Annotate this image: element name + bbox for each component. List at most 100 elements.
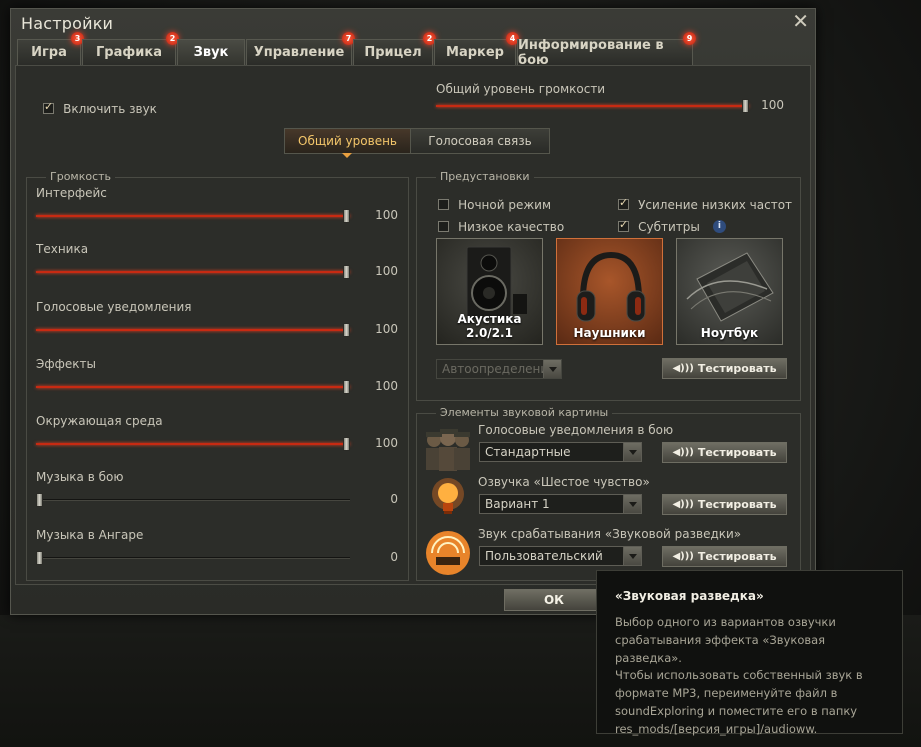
volume-slider[interactable]: [36, 551, 350, 565]
checkbox-box[interactable]: [43, 100, 54, 114]
speaker-small-icon: ◀))): [672, 499, 694, 510]
slider-fill: [436, 105, 749, 107]
dropdown-value: Стандартные: [485, 445, 571, 459]
element-dropdown[interactable]: Стандартные: [479, 442, 642, 462]
master-volume-slider[interactable]: [436, 99, 749, 113]
sound-elements-legend: Элементы звуковой картины: [436, 406, 613, 419]
speaker-small-icon: ◀))): [672, 551, 694, 562]
volume-label: Музыка в бою: [36, 470, 124, 484]
device-card-headphones[interactable]: Наушники: [556, 238, 663, 345]
volume-slider[interactable]: [36, 209, 350, 223]
volume-value: 100: [375, 208, 398, 222]
slider-fill: [36, 386, 350, 388]
tab-controls[interactable]: Управление 7: [246, 32, 355, 65]
low-quality-checkbox[interactable]: Низкое качество: [438, 216, 564, 235]
slider-thumb[interactable]: [343, 437, 350, 451]
tab-label: Звук: [193, 45, 229, 60]
tooltip-title: «Звуковая разведка»: [615, 589, 764, 603]
slider-thumb[interactable]: [343, 323, 350, 337]
tab-label: Информирование в бою: [518, 37, 664, 68]
slider-thumb[interactable]: [36, 493, 43, 507]
tab-label: Управление: [253, 45, 345, 60]
speaker-small-icon: ◀))): [672, 363, 694, 374]
slider-thumb[interactable]: [343, 265, 350, 279]
tab-marker[interactable]: Маркер 4: [434, 32, 519, 65]
checkbox-box[interactable]: [438, 199, 449, 210]
device-card-speakers[interactable]: Акустика 2.0/2.1: [436, 238, 543, 345]
slider-thumb[interactable]: [36, 551, 43, 565]
info-icon[interactable]: i: [712, 220, 726, 233]
volume-label: Интерфейс: [36, 186, 107, 200]
checkbox-label: Ночной режим: [458, 198, 552, 212]
slider-track: [36, 557, 350, 559]
volume-slider[interactable]: [36, 380, 350, 394]
checkbox-label: Субтитры: [638, 220, 700, 234]
device-label: Наушники: [573, 326, 646, 340]
volume-group: [26, 177, 409, 581]
chevron-down-icon: [543, 360, 561, 378]
dropdown-value: Вариант 1: [485, 497, 550, 511]
slider-thumb[interactable]: [343, 380, 350, 394]
volume-label: Музыка в Ангаре: [36, 528, 144, 542]
test-element-button[interactable]: ◀))) Тестировать: [662, 442, 787, 463]
device-card-laptop[interactable]: Ноутбук: [676, 238, 783, 345]
tab-label: Маркер: [446, 45, 504, 60]
window-title: Настройки: [21, 14, 114, 33]
element-label: Озвучка «Шестое чувство»: [478, 475, 650, 489]
lightbulb-icon: [432, 478, 464, 514]
slider-thumb[interactable]: [742, 99, 749, 113]
chevron-down-icon[interactable]: [623, 443, 641, 461]
chevron-down-icon[interactable]: [623, 547, 641, 565]
chevron-down-icon[interactable]: [623, 495, 641, 513]
auto-detect-dropdown: Автоопределение: [436, 359, 562, 379]
night-mode-checkbox[interactable]: Ночной режим: [438, 194, 551, 213]
volume-value: 0: [390, 492, 398, 506]
enable-sound-checkbox[interactable]: Включить звук: [43, 98, 157, 117]
tab-sound[interactable]: Звук: [177, 39, 245, 65]
dropdown-value: Автоопределение: [442, 362, 556, 376]
checkbox-box[interactable]: [438, 221, 449, 232]
test-element-button[interactable]: ◀))) Тестировать: [662, 546, 787, 567]
checkbox-box[interactable]: [618, 218, 629, 232]
element-dropdown[interactable]: Пользовательский: [479, 546, 642, 566]
selected-caret-icon: [342, 153, 352, 158]
tab-voice-chat[interactable]: Голосовая связь: [411, 129, 549, 153]
subtitles-checkbox[interactable]: Субтитры i: [618, 216, 726, 235]
volume-value: 100: [375, 322, 398, 336]
settings-tabs: Игра 3 Графика 2 Звук Управление 7 Прицел 2 …: [17, 32, 696, 68]
master-volume-label: Общий уровень громкости: [436, 82, 606, 96]
close-icon[interactable]: ✕: [792, 11, 809, 31]
test-preset-button[interactable]: ◀))) Тестировать: [662, 358, 787, 379]
tab-game[interactable]: Игра 3: [17, 32, 84, 65]
tab-general-level[interactable]: Общий уровень: [285, 129, 411, 153]
slider-track: [36, 499, 350, 501]
settings-window: Настройки ✕ Игра 3 Графика 2 Звук Управлен…: [10, 8, 816, 615]
element-label: Голосовые уведомления в бою: [478, 423, 674, 437]
checkbox-box[interactable]: [618, 196, 629, 210]
tooltip-body: Выбор одного из вариантов озвучки срабат…: [615, 615, 863, 736]
slider-fill: [36, 271, 350, 273]
volume-legend: Громкость: [46, 170, 116, 183]
button-label: Тестировать: [697, 550, 777, 563]
ok-button[interactable]: ОК: [504, 589, 604, 611]
slider-fill: [36, 215, 350, 217]
tab-battle-info[interactable]: Информирование в бою 9: [517, 32, 696, 68]
tab-graphics[interactable]: Графика 2: [82, 32, 179, 65]
slider-fill: [36, 443, 350, 445]
element-dropdown[interactable]: Вариант 1: [479, 494, 642, 514]
device-label: Ноутбук: [700, 326, 759, 340]
test-element-button[interactable]: ◀))) Тестировать: [662, 494, 787, 515]
bass-boost-checkbox[interactable]: Усиление низких частот: [618, 194, 792, 213]
volume-value: 0: [390, 550, 398, 564]
volume-slider[interactable]: [36, 323, 350, 337]
tab-badge: 9: [683, 32, 696, 45]
volume-slider[interactable]: [36, 265, 350, 279]
tab-label: Графика: [96, 45, 162, 60]
volume-slider[interactable]: [36, 493, 350, 507]
volume-slider[interactable]: [36, 437, 350, 451]
speaker-small-icon: ◀))): [672, 447, 694, 458]
presets-legend: Предустановки: [436, 170, 534, 183]
tab-sight[interactable]: Прицел 2: [353, 32, 436, 65]
mode-switch: Общий уровень Голосовая связь: [284, 128, 550, 154]
slider-thumb[interactable]: [343, 209, 350, 223]
